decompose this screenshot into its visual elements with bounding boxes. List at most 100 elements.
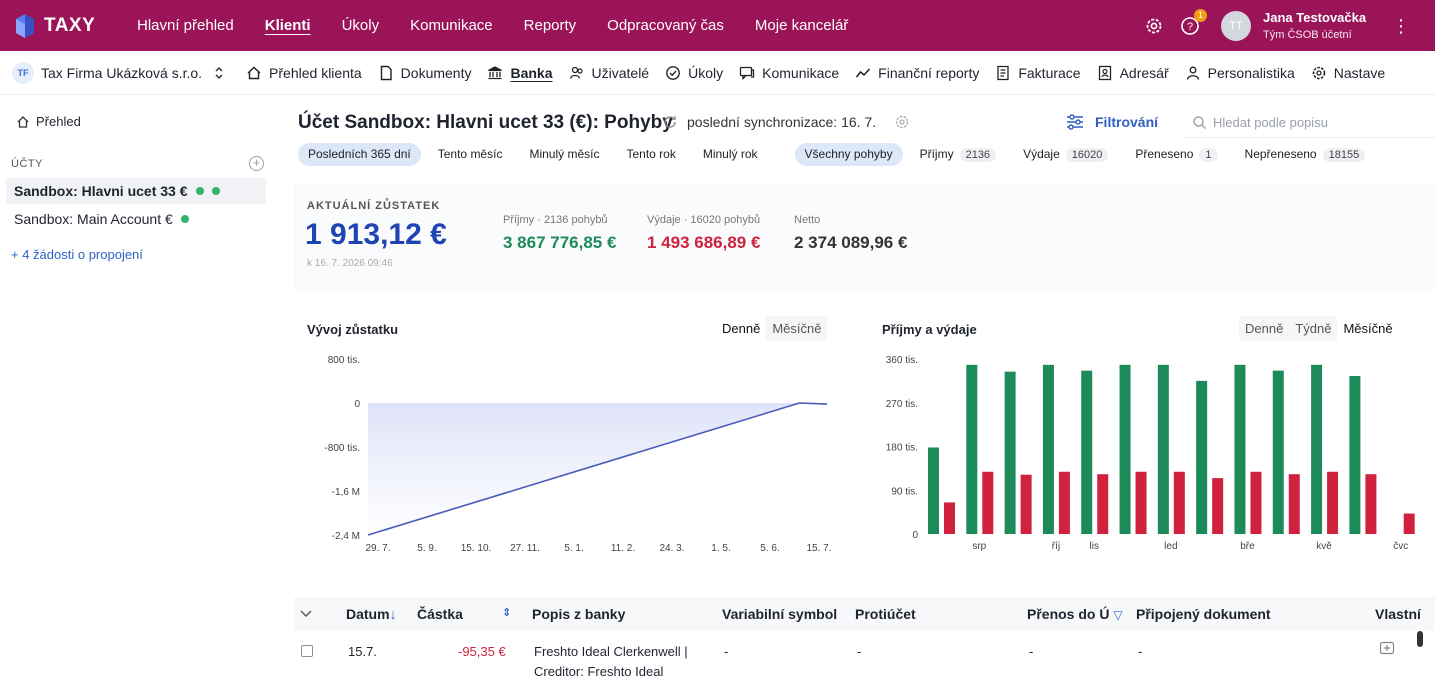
nav-item-1[interactable]: Klienti bbox=[265, 17, 311, 34]
user-area: ? 1 TT Jana Testovačka Tým ČSOB účetní ⋮ bbox=[1143, 0, 1435, 51]
nav-item-3[interactable]: Komunikace bbox=[410, 17, 493, 34]
x-tick-label: 15. 10. bbox=[461, 543, 492, 554]
client-switcher[interactable]: TF Tax Firma Ukázková s.r.o. bbox=[12, 61, 224, 84]
type-filter-0[interactable]: Všechny pohyby bbox=[794, 143, 903, 166]
toggle-monthly[interactable]: Měsíčně bbox=[1337, 316, 1399, 341]
taxy-logo-icon bbox=[16, 13, 34, 38]
table-row[interactable]: 15.7. -95,35 € Freshto Ideal Clerkenwell… bbox=[294, 633, 1435, 679]
type-filter-label: Příjmy bbox=[919, 147, 954, 161]
subnav-item-2[interactable]: Banka bbox=[487, 64, 553, 81]
sidebar-item-overview[interactable]: Přehled bbox=[16, 114, 81, 129]
more-menu-icon[interactable]: ⋮ bbox=[1391, 17, 1411, 35]
sidebar-account-secondary[interactable]: Sandbox: Main Account € bbox=[6, 206, 266, 232]
subnav-label: Banka bbox=[510, 64, 553, 81]
col-variable-symbol[interactable]: Variabilní symbol bbox=[722, 606, 837, 622]
add-note-icon[interactable] bbox=[1379, 641, 1395, 657]
subnav-item-0[interactable]: Přehled klienta bbox=[246, 65, 362, 81]
x-tick-label: led bbox=[1164, 541, 1177, 552]
sort-icon[interactable]: ⇕ bbox=[502, 606, 511, 619]
add-account-button[interactable]: + bbox=[249, 156, 264, 171]
client-name: Tax Firma Ukázková s.r.o. bbox=[41, 64, 203, 81]
period-filter-1[interactable]: Tento měsíc bbox=[428, 143, 513, 166]
expense-bar bbox=[1020, 474, 1032, 534]
flow-chart-title: Příjmy a výdaje bbox=[882, 322, 977, 337]
nav-item-6[interactable]: Moje kancelář bbox=[755, 17, 848, 34]
nav-item-2[interactable]: Úkoly bbox=[342, 17, 380, 34]
type-filter-2[interactable]: Výdaje 16020 bbox=[1013, 143, 1118, 166]
net-value: 2 374 089,96 € bbox=[794, 233, 908, 252]
col-transfer[interactable]: Přenos do Ú ▽ bbox=[1027, 606, 1123, 622]
filter-button[interactable]: Filtrování bbox=[1066, 114, 1158, 130]
settings-icon[interactable] bbox=[1143, 15, 1165, 37]
invoice-icon bbox=[997, 65, 1009, 80]
help-icon[interactable]: ? 1 bbox=[1179, 8, 1207, 37]
period-filter-0[interactable]: Posledních 365 dní bbox=[298, 143, 421, 166]
type-filter-4[interactable]: Nepřeneseno 18155 bbox=[1235, 143, 1376, 166]
type-filter-3[interactable]: Přeneseno 1 bbox=[1125, 143, 1227, 166]
toggle-monthly[interactable]: Měsíčně bbox=[766, 316, 827, 341]
subnav-item-9[interactable]: Personalistika bbox=[1185, 65, 1295, 81]
balance-area bbox=[368, 403, 827, 535]
nav-item-0[interactable]: Hlavní přehled bbox=[137, 17, 234, 34]
row-document: - bbox=[1138, 644, 1143, 659]
expense-bar bbox=[944, 502, 955, 534]
period-filter-4[interactable]: Minulý rok bbox=[693, 143, 768, 166]
row-transfer: - bbox=[1029, 644, 1034, 659]
search-placeholder: Hledat podle popisu bbox=[1213, 115, 1328, 130]
col-document[interactable]: Připojený dokument bbox=[1136, 606, 1271, 622]
search-input[interactable]: Hledat podle popisu bbox=[1182, 108, 1435, 138]
logo[interactable]: TAXY bbox=[14, 13, 126, 39]
type-filter-count: 2136 bbox=[959, 148, 997, 162]
subnav-item-3[interactable]: Uživatelé bbox=[569, 65, 649, 81]
nav-item-4[interactable]: Reporty bbox=[524, 17, 577, 34]
subnav-label: Dokumenty bbox=[400, 64, 472, 81]
sidebar-account-main[interactable]: Sandbox: Hlavni ucet 33 € bbox=[6, 178, 266, 204]
notification-badge: 1 bbox=[1194, 8, 1207, 22]
row-checkbox[interactable] bbox=[301, 645, 313, 657]
nav-item-5[interactable]: Odpracovaný čas bbox=[607, 17, 724, 34]
toggle-weekly[interactable]: Týdně bbox=[1289, 316, 1337, 341]
subnav-item-1[interactable]: Dokumenty bbox=[378, 64, 472, 81]
toggle-daily[interactable]: Denně bbox=[1239, 316, 1289, 341]
address-book-icon bbox=[1098, 65, 1111, 80]
sync-status[interactable]: poslední synchronizace: 16. 7. bbox=[662, 114, 876, 130]
account-settings-icon[interactable] bbox=[894, 114, 910, 130]
col-amount[interactable]: Částka bbox=[417, 606, 463, 622]
user-team: Tým ČSOB účetní bbox=[1263, 29, 1352, 41]
subnav-item-6[interactable]: Finanční reporty bbox=[855, 65, 979, 81]
user-info[interactable]: Jana Testovačka Tým ČSOB účetní bbox=[1263, 10, 1391, 41]
accounts-heading: ÚČTY bbox=[11, 158, 43, 170]
col-counter-account[interactable]: Protiúčet bbox=[855, 606, 916, 622]
income-stat: Příjmy · 2136 pohybů 3 867 776,85 € bbox=[503, 214, 616, 253]
y-tick-label: -800 tis. bbox=[324, 443, 360, 454]
col-date[interactable]: Datum↓ bbox=[346, 606, 397, 622]
type-filter-label: Všechny pohyby bbox=[804, 147, 893, 161]
subnav-item-5[interactable]: Komunikace bbox=[739, 65, 839, 81]
subnav-item-10[interactable]: Nastave bbox=[1311, 65, 1385, 81]
expense-bar bbox=[1250, 471, 1262, 534]
toggle-daily[interactable]: Denně bbox=[716, 316, 767, 341]
avatar[interactable]: TT bbox=[1221, 10, 1251, 41]
subnav-item-4[interactable]: Úkoly bbox=[665, 65, 723, 81]
balance-summary: AKTUÁLNÍ ZŮSTATEK 1 913,12 € k 16. 7. 20… bbox=[294, 184, 1435, 290]
filter-label: Filtrování bbox=[1095, 114, 1159, 130]
subnav-item-7[interactable]: Fakturace bbox=[995, 65, 1081, 81]
col-custom[interactable]: Vlastní bbox=[1375, 606, 1421, 622]
col-description[interactable]: Popis z banky bbox=[532, 606, 625, 622]
chat-icon bbox=[739, 66, 755, 80]
expense-bar bbox=[1135, 471, 1147, 534]
subnav-item-8[interactable]: Adresář bbox=[1097, 65, 1169, 81]
period-filter-3[interactable]: Tento rok bbox=[616, 143, 685, 166]
period-filter-2[interactable]: Minulý měsíc bbox=[519, 143, 609, 166]
type-filter-1[interactable]: Příjmy 2136 bbox=[910, 143, 1006, 166]
chevron-down-icon[interactable] bbox=[300, 610, 312, 618]
type-filter-count: 1 bbox=[1199, 148, 1218, 162]
scrollbar-thumb[interactable] bbox=[1417, 631, 1423, 647]
connection-requests-link[interactable]: + 4 žádosti o propojení bbox=[11, 247, 143, 262]
type-filter-label: Nepřeneseno bbox=[1244, 147, 1317, 161]
x-tick-label: 5. 6. bbox=[760, 543, 779, 554]
x-tick-label: 5. 1. bbox=[564, 543, 583, 554]
type-filter-count: 16020 bbox=[1065, 148, 1109, 162]
type-filter-count: 18155 bbox=[1322, 148, 1366, 162]
subnav-label: Finanční reporty bbox=[878, 64, 980, 81]
